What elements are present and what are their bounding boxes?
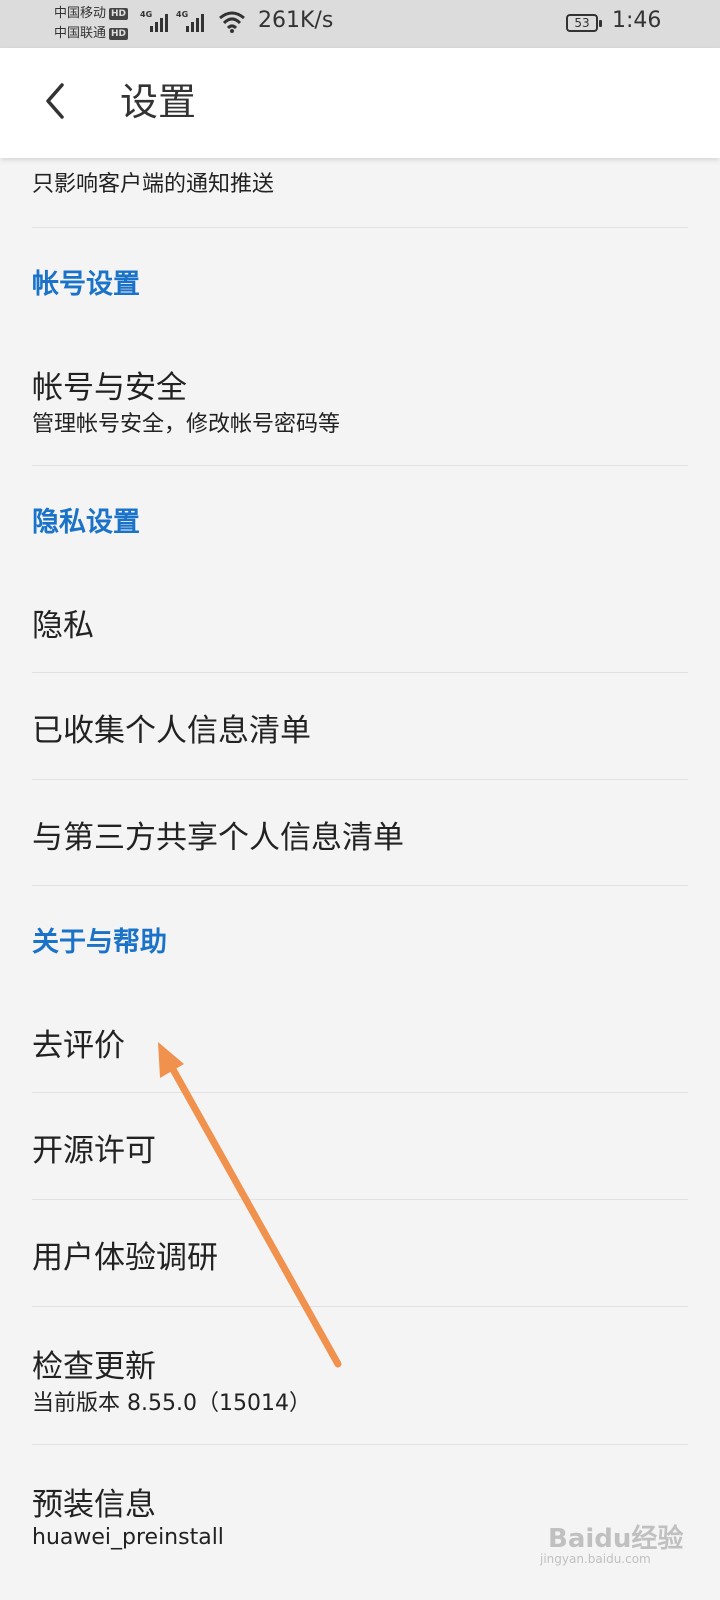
account-security-title: 帐号与安全 (32, 370, 187, 406)
rate-item[interactable]: 去评价 (0, 988, 720, 1092)
check-update-title: 检查更新 (32, 1349, 156, 1385)
watermark-url: jingyan.baidu.com (540, 1552, 651, 1566)
third-party-info-item[interactable]: 与第三方共享个人信息清单 (0, 780, 720, 885)
privacy-item[interactable]: 隐私 (0, 568, 720, 672)
chevron-left-icon (46, 83, 64, 119)
carrier-1-label: 中国移动 (54, 6, 107, 21)
ux-survey-title: 用户体验调研 (32, 1240, 218, 1276)
signal-group: 4G 4G (140, 10, 206, 32)
divider (32, 227, 688, 228)
hd-badge: HD (109, 28, 129, 40)
notification-push-item[interactable]: 只影响客户端的通知推送 (0, 158, 720, 228)
rate-title: 去评价 (32, 1028, 125, 1064)
account-security-subtitle: 管理帐号安全，修改帐号密码等 (32, 412, 341, 437)
check-update-subtitle: 当前版本 8.55.0（15014） (32, 1391, 311, 1416)
ux-survey-item[interactable]: 用户体验调研 (0, 1200, 720, 1306)
wifi-icon (219, 11, 245, 33)
check-update-item[interactable]: 检查更新 当前版本 8.55.0（15014） (0, 1307, 720, 1445)
section-header-account: 帐号设置 (32, 269, 140, 300)
notification-push-subtitle: 只影响客户端的通知推送 (32, 172, 275, 197)
preinstall-subtitle: huawei_preinstall (32, 1525, 224, 1550)
status-time: 1:46 (612, 8, 662, 33)
hd-badge: HD (109, 8, 129, 20)
battery-icon: 53 (566, 14, 602, 32)
collected-info-title: 已收集个人信息清单 (32, 713, 311, 749)
divider (32, 885, 688, 886)
back-button[interactable] (30, 76, 80, 126)
open-source-title: 开源许可 (32, 1133, 156, 1169)
account-security-item[interactable]: 帐号与安全 管理帐号安全，修改帐号密码等 (0, 328, 720, 468)
app-bar: 设置 (0, 48, 720, 158)
page-title: 设置 (120, 80, 197, 124)
section-header-about: 关于与帮助 (32, 927, 167, 958)
signal-icon: 4G (176, 10, 206, 32)
third-party-info-title: 与第三方共享个人信息清单 (32, 820, 404, 856)
carrier-2-label: 中国联通 (54, 26, 107, 41)
open-source-item[interactable]: 开源许可 (0, 1093, 720, 1199)
watermark-logo: Baidu经验 (548, 1524, 684, 1554)
settings-list: 只影响客户端的通知推送 帐号设置 帐号与安全 管理帐号安全，修改帐号密码等 隐私… (0, 158, 720, 1600)
carrier-info: 中国移动 HD 中国联通 HD (54, 4, 129, 44)
collected-info-item[interactable]: 已收集个人信息清单 (0, 673, 720, 779)
battery-level: 53 (574, 16, 590, 30)
section-header-privacy: 隐私设置 (32, 507, 140, 538)
divider (32, 465, 688, 466)
preinstall-title: 预装信息 (32, 1487, 156, 1523)
signal-icon: 4G (140, 10, 170, 32)
network-speed: 261K/s (258, 8, 334, 33)
status-bar: 中国移动 HD 中国联通 HD 4G 4G 261K/s 53 1:46 (0, 0, 720, 48)
privacy-title: 隐私 (32, 608, 94, 644)
